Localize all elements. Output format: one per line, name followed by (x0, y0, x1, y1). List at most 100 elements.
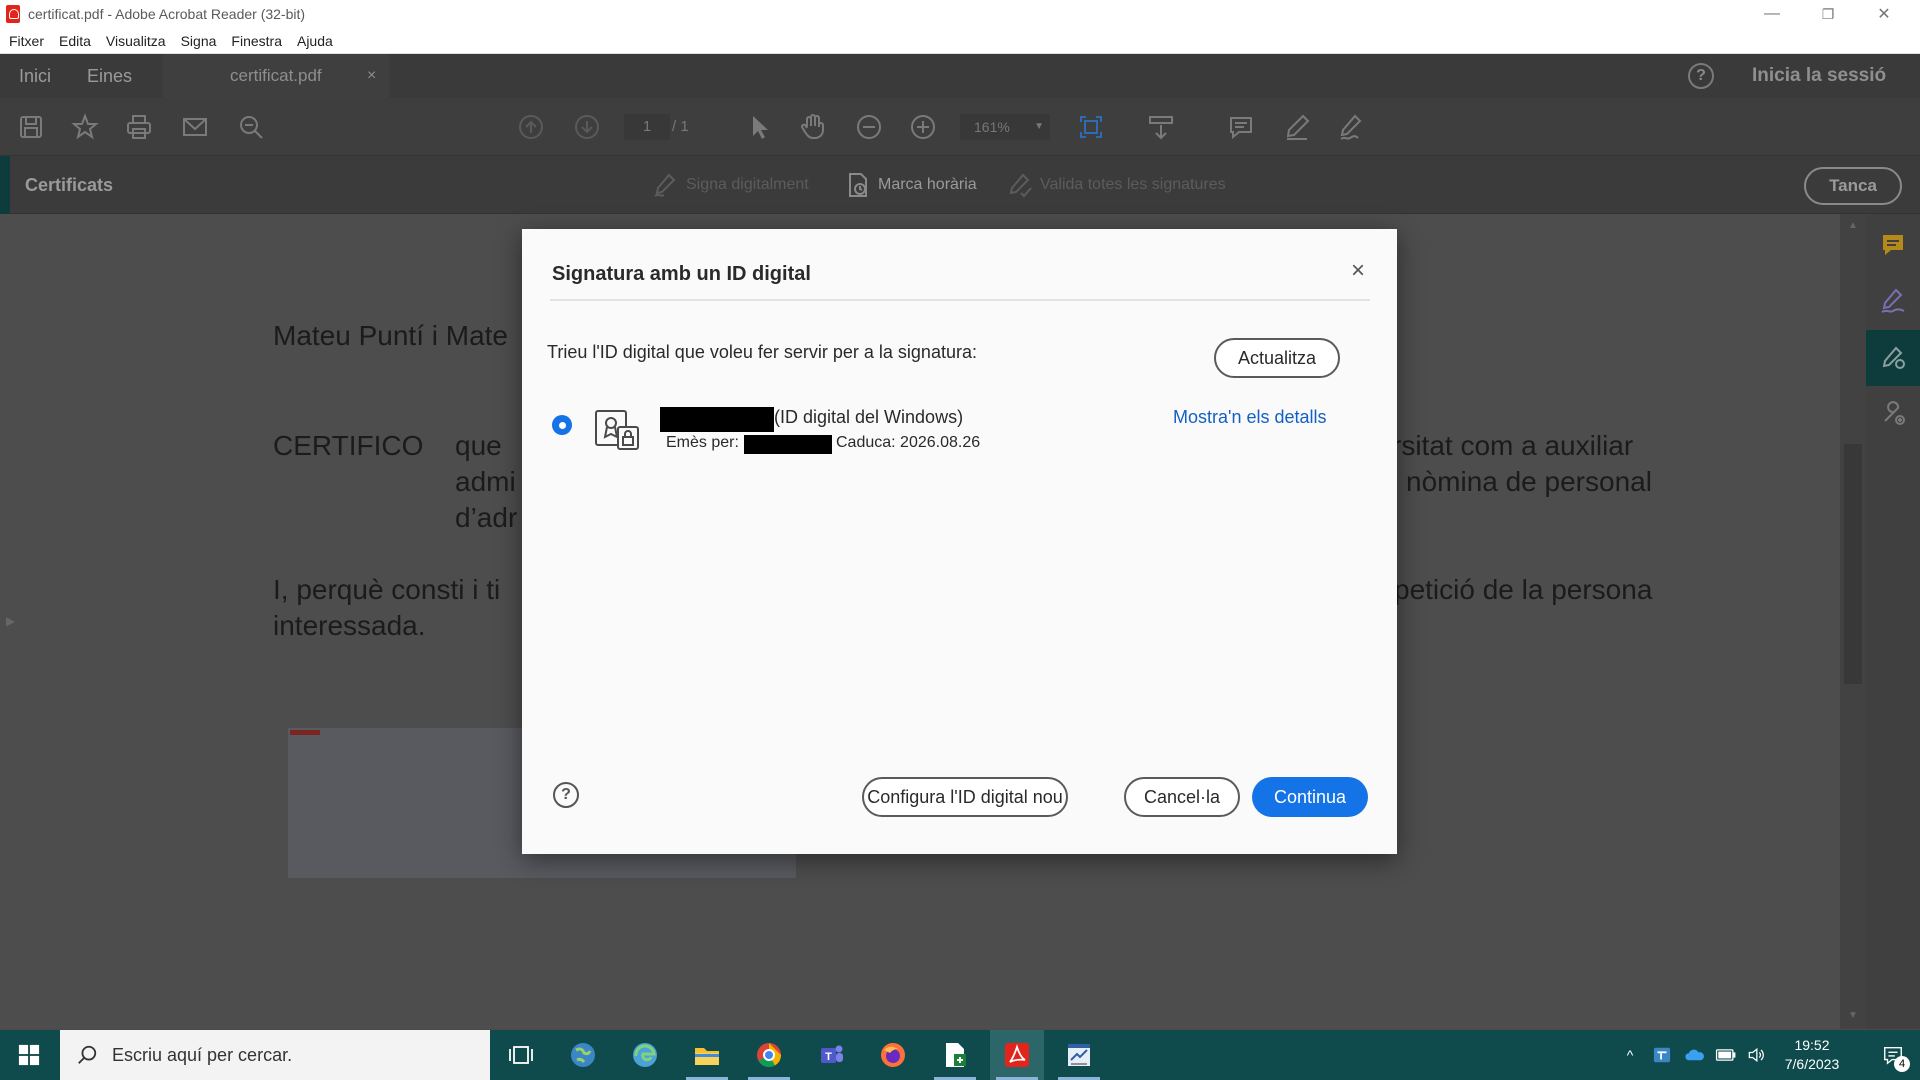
restore-button[interactable]: ❐ (1800, 0, 1856, 28)
comment-icon[interactable] (1224, 110, 1258, 144)
search-icon[interactable] (234, 110, 268, 144)
globe-app-icon[interactable] (556, 1030, 610, 1080)
save-icon[interactable] (14, 110, 48, 144)
task-view-icon[interactable] (494, 1030, 548, 1080)
show-details-link[interactable]: Mostra'n els detalls (1173, 407, 1327, 428)
scroll-down-icon[interactable]: ▼ (1848, 1010, 1858, 1021)
clock-time: 19:52 (1794, 1037, 1830, 1053)
windows-logo-icon (18, 1044, 40, 1066)
doc-perque: I, perquè consti i ti (273, 574, 501, 605)
digital-id-type: (ID digital del Windows) (774, 407, 964, 427)
volume-icon[interactable] (1742, 1030, 1770, 1080)
sign-with-digital-id-dialog: Signatura amb un ID digital × Trieu l'ID… (522, 229, 1397, 854)
menu-view[interactable]: Visualitza (106, 33, 166, 49)
tab-close-icon[interactable]: × (367, 54, 376, 98)
chevron-down-icon: ▼ (1034, 121, 1044, 132)
hand-icon[interactable] (796, 110, 830, 144)
sign-digitally-button[interactable]: Signa digitalment (652, 156, 809, 214)
signin-button[interactable]: Inicia la sessió (1752, 54, 1886, 98)
refresh-button[interactable]: Actualitza (1214, 338, 1340, 378)
close-window-button[interactable]: ✕ (1856, 0, 1912, 28)
window-title: certificat.pdf - Adobe Acrobat Reader (3… (28, 6, 306, 22)
tab-tools[interactable]: Eines (87, 54, 132, 98)
doc-right-3: petició de la persona (1394, 574, 1653, 605)
acrobat-reader-icon[interactable] (990, 1030, 1044, 1080)
highlight-pen-icon[interactable] (1280, 110, 1314, 144)
menu-bar: Fitxer Edita Visualitza Signa Finestra A… (0, 28, 1920, 54)
menu-edit[interactable]: Edita (59, 33, 91, 49)
expiry-date: Caduca: 2026.08.26 (836, 434, 981, 451)
zoom-in-icon[interactable] (906, 110, 940, 144)
page-fit-icon[interactable] (1074, 110, 1108, 144)
menu-sign[interactable]: Signa (181, 33, 217, 49)
timestamp-label: Marca horària (878, 176, 977, 193)
sign-icon[interactable] (1334, 110, 1368, 144)
continue-button[interactable]: Continua (1252, 777, 1368, 817)
zoom-value: 161% (974, 119, 1010, 135)
file-explorer-icon[interactable] (680, 1030, 734, 1080)
dialog-close-icon[interactable]: × (1346, 259, 1370, 283)
tab-home[interactable]: Inici (19, 54, 51, 98)
validate-all-button[interactable]: Valida totes les signatures (1006, 156, 1226, 214)
taskbar-search[interactable]: Escriu aquí per cercar. (60, 1030, 490, 1080)
show-hidden-icons-icon[interactable]: ^ (1618, 1030, 1642, 1080)
notification-center-icon[interactable]: 4 (1866, 1030, 1920, 1080)
select-cursor-icon[interactable] (742, 110, 776, 144)
left-panel-toggle-icon[interactable]: ▶ (6, 614, 15, 628)
doc-dadr: d’adr (455, 502, 518, 533)
signature-app-icon[interactable] (1052, 1030, 1106, 1080)
taskbar-clock[interactable]: 19:52 7/6/2023 (1772, 1036, 1852, 1074)
zoom-out-icon[interactable] (852, 110, 886, 144)
digital-id-radio[interactable] (552, 415, 572, 435)
doc-right-1: rsitat com a auxiliar (1392, 430, 1634, 461)
close-certificates-button[interactable]: Tanca (1804, 167, 1902, 205)
certbar-title: Certificats (25, 175, 114, 195)
scroll-up-icon[interactable]: ▲ (1848, 220, 1858, 231)
more-tools-icon[interactable] (1876, 396, 1910, 430)
start-button[interactable] (0, 1030, 58, 1080)
scrolling-mode-icon[interactable] (1144, 110, 1178, 144)
configure-new-id-button[interactable]: Configura l'ID digital nou (862, 777, 1068, 817)
vertical-scrollbar[interactable]: ▲ ▼ (1840, 214, 1866, 1029)
dialog-title: Signatura amb un ID digital (552, 263, 811, 285)
timestamp-button[interactable]: Marca horària (844, 156, 977, 214)
firefox-icon[interactable] (866, 1030, 920, 1080)
dialog-help-icon[interactable]: ? (553, 782, 579, 808)
cancel-button[interactable]: Cancel·la (1124, 777, 1240, 817)
help-icon[interactable]: ? (1688, 63, 1714, 89)
document-app-icon[interactable] (928, 1030, 982, 1080)
page-total: / 1 (672, 118, 689, 135)
comment-panel-icon[interactable] (1876, 228, 1910, 262)
certificates-panel-icon[interactable] (1866, 330, 1920, 386)
zoom-select[interactable]: 161% ▼ (960, 114, 1050, 140)
doc-right-2: nòmina de personal (1406, 466, 1652, 497)
scrollbar-thumb[interactable] (1844, 444, 1862, 684)
edge-browser-icon[interactable] (618, 1030, 672, 1080)
star-icon[interactable] (68, 110, 102, 144)
certificates-bar: Certificats Signa digitalment Marca horà… (0, 156, 1920, 214)
previous-page-icon[interactable] (514, 110, 548, 144)
next-page-icon[interactable] (570, 110, 604, 144)
keyboard-tray-icon[interactable] (1648, 1030, 1676, 1080)
tab-document-label: certificat.pdf (230, 66, 322, 85)
minimize-button[interactable]: — (1744, 0, 1800, 28)
sign-digitally-icon (654, 173, 676, 197)
email-icon[interactable] (178, 110, 212, 144)
chrome-icon[interactable] (742, 1030, 796, 1080)
onedrive-icon[interactable] (1680, 1030, 1710, 1080)
right-tools-panel (1866, 214, 1920, 1029)
page-number-input[interactable]: 1 (624, 114, 670, 140)
title-bar: certificat.pdf - Adobe Acrobat Reader (3… (0, 0, 1920, 28)
print-icon[interactable] (122, 110, 156, 144)
tab-document[interactable]: certificat.pdf × (163, 54, 389, 98)
menu-window[interactable]: Finestra (231, 33, 282, 49)
fill-sign-panel-icon[interactable] (1876, 284, 1910, 318)
menu-help[interactable]: Ajuda (297, 33, 333, 49)
battery-icon[interactable] (1712, 1030, 1740, 1080)
menu-file[interactable]: Fitxer (9, 33, 44, 49)
teams-icon[interactable]: T (804, 1030, 858, 1080)
acrobat-icon (6, 5, 20, 23)
validate-icon (1009, 173, 1032, 198)
doc-line-name: Mateu Puntí i Mate (273, 320, 509, 351)
certificate-icon (594, 407, 640, 451)
